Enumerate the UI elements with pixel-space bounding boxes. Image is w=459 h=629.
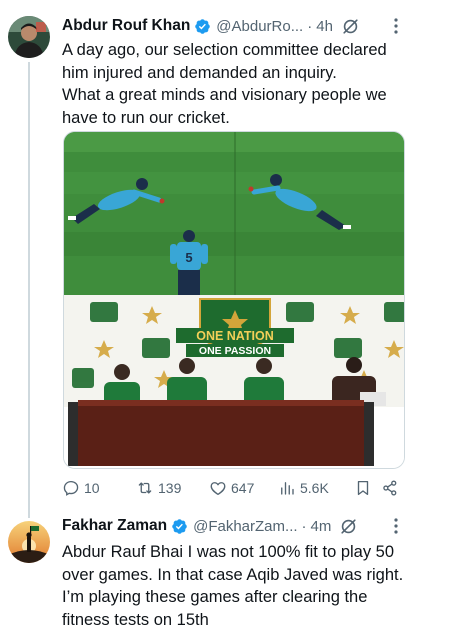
reply-button[interactable]: 10 <box>62 477 100 499</box>
tweet-header: Abdur Rouf Khan @AbdurRo... · 4h <box>62 15 449 37</box>
tweet-text-line: have to run our cricket. <box>62 108 230 127</box>
tweet-text-line: What a great minds and visionary people … <box>62 86 387 104</box>
author-handle[interactable]: @AbdurRo... <box>216 18 303 35</box>
tweet-text-line: I’m playing these games after clearing t… <box>62 588 368 606</box>
tweet-actions: 10 139 647 5.6K <box>62 477 412 499</box>
timestamp[interactable]: 4h <box>316 18 333 35</box>
tweet-text: Abdur Rauf Bhai I was not 100% fit to pl… <box>62 541 417 629</box>
avatar[interactable] <box>8 521 50 563</box>
media-photo: 5 ONE NATION ONE PASSION <box>64 132 404 468</box>
more-dots-icon[interactable] <box>387 15 405 37</box>
banner-line-1: ONE NATION <box>196 329 274 343</box>
views-button[interactable]: 5.6K <box>278 477 329 499</box>
tweet-media[interactable]: 5 ONE NATION ONE PASSION <box>63 131 405 469</box>
separator-dot: · <box>307 17 313 35</box>
share-button[interactable] <box>381 477 403 499</box>
tweet-text-line: Abdur Rauf Bhai I was not 100% fit to pl… <box>62 543 395 561</box>
banner-line-2: ONE PASSION <box>199 345 271 357</box>
tweet-text: A day ago, our selection committee decla… <box>62 39 417 129</box>
author-handle[interactable]: @FakharZam... <box>193 518 297 535</box>
heart-icon <box>210 482 226 496</box>
verified-badge-icon <box>195 18 211 34</box>
retweet-button[interactable]: 139 <box>136 477 181 499</box>
tweet-text-line: over games. In that case Aqib Javed was … <box>62 565 404 584</box>
retweet-count: 139 <box>158 480 182 496</box>
timestamp[interactable]: 4m <box>311 518 332 535</box>
like-button[interactable]: 647 <box>209 477 254 499</box>
avatar[interactable] <box>8 16 50 58</box>
avatar-photo <box>8 16 50 58</box>
like-count: 647 <box>231 480 255 496</box>
author-name[interactable]: Abdur Rouf Khan <box>62 17 190 35</box>
more-dots-icon[interactable] <box>387 515 405 537</box>
author-name[interactable]: Fakhar Zaman <box>62 517 167 535</box>
grok-icon[interactable] <box>341 17 360 36</box>
reply-icon <box>63 480 79 496</box>
separator-dot: · <box>301 517 307 535</box>
avatar-photo <box>8 521 50 563</box>
tweet[interactable]: Abdur Rouf Khan @AbdurRo... · 4h A day a… <box>0 0 459 518</box>
share-icon <box>383 480 397 496</box>
thread-line <box>28 62 30 518</box>
retweet-icon <box>138 482 152 494</box>
grok-icon[interactable] <box>339 517 358 536</box>
verified-badge-icon <box>172 518 187 534</box>
tweet-text-line: A day ago, our selection committee decla… <box>62 41 387 59</box>
shirt-number: 5 <box>185 250 192 265</box>
bookmark-button[interactable] <box>354 477 376 499</box>
reply-count: 10 <box>84 480 100 496</box>
tweet[interactable]: Fakhar Zaman @FakharZam... · 4m Abdur Ra… <box>0 510 459 629</box>
tweet-text-line: him injured and demanded an inquiry. <box>62 63 337 82</box>
views-count: 5.6K <box>300 480 329 496</box>
bookmark-icon <box>357 480 369 496</box>
tweet-header: Fakhar Zaman @FakharZam... · 4m <box>62 515 449 537</box>
tweet-text-line: fitness tests on 15th <box>62 610 209 629</box>
views-icon <box>281 482 294 495</box>
